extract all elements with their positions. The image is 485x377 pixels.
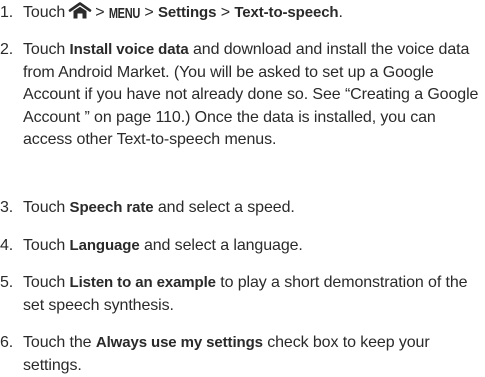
menu-key-label: MENU [108, 6, 141, 22]
step-number: 2. [0, 41, 14, 58]
step-6: 6. Touch the Always use my settings chec… [0, 332, 479, 377]
step-text-pre: Touch [23, 41, 70, 58]
step-text-pre: Touch [23, 274, 70, 291]
separator: > [220, 4, 230, 21]
separator: > [144, 4, 154, 21]
option-install-voice-data: Install voice data [69, 41, 189, 58]
step-number: 3. [0, 199, 14, 216]
instruction-list: 1. Touch > MENU > Settings > Text-to-spee… [0, 0, 485, 374]
step-text: Touch Speech rate and select a speed. [23, 197, 479, 220]
step-number: 4. [0, 237, 14, 254]
option-language: Language [69, 237, 140, 254]
separator: > [95, 4, 105, 21]
step-text-post: and select a language. [139, 237, 303, 254]
step-text-pre: Touch [23, 199, 70, 216]
home-icon [68, 2, 92, 28]
step-text: Touch Listen to an example to play a sho… [23, 272, 479, 317]
step-4: 4. Touch Language and select a language. [0, 235, 479, 258]
step-text: Touch Language and select a language. [23, 235, 479, 258]
step-text-pre: Touch [23, 4, 66, 21]
step-number: 1. [0, 4, 14, 21]
step-text-pre: Touch the [23, 334, 96, 351]
step-text-pre: Touch [23, 237, 70, 254]
step-text-end: . [338, 4, 343, 21]
step-number: 5. [0, 274, 14, 291]
step-1: 1. Touch > MENU > Settings > Text-to-spee… [0, 2, 479, 28]
option-always-use-my-settings: Always use my settings [95, 334, 263, 351]
step-text: Touch Install voice data and download an… [23, 39, 479, 152]
step-number: 6. [0, 334, 14, 351]
step-text-post: and select a speed. [153, 199, 295, 216]
step-text: Touch > MENU > Settings > Text-to-speech. [23, 2, 479, 28]
step-text: Touch the Always use my settings check b… [23, 332, 479, 377]
option-listen-to-example: Listen to an example [69, 274, 216, 291]
menu-item-text-to-speech: Text-to-speech [234, 4, 339, 21]
option-speech-rate: Speech rate [69, 199, 154, 216]
step-5: 5. Touch Listen to an example to play a … [0, 272, 479, 317]
menu-item-settings: Settings [157, 4, 217, 21]
step-3: 3. Touch Speech rate and select a speed. [0, 197, 479, 220]
step-2: 2. Touch Install voice data and download… [0, 39, 479, 152]
